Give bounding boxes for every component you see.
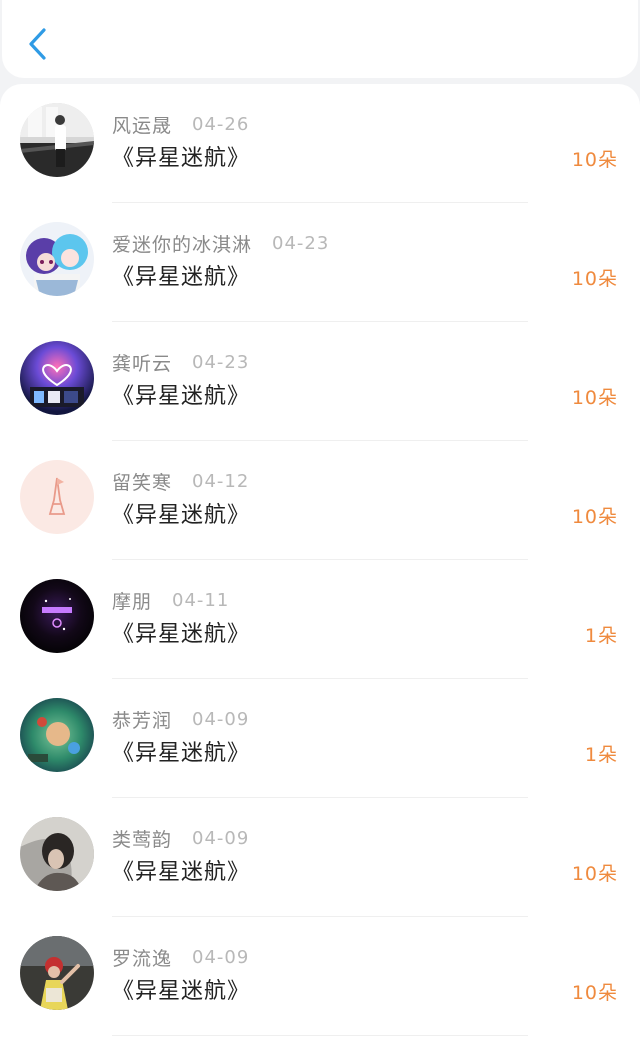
user-name: 留笑寒 <box>112 471 173 494</box>
back-button[interactable] <box>20 24 56 64</box>
user-name: 恭芳润 <box>112 709 173 732</box>
top-bar <box>2 0 638 78</box>
gift-date: 04-09 <box>192 946 250 968</box>
gift-date: 04-26 <box>192 113 250 135</box>
divider <box>112 1035 528 1036</box>
avatar[interactable] <box>20 222 94 296</box>
user-name: 龚听云 <box>112 352 173 375</box>
book-title: 《异星迷航》 <box>112 622 251 647</box>
avatar[interactable] <box>20 341 94 415</box>
flower-count: 10朵 <box>571 982 618 1004</box>
avatar[interactable] <box>20 103 94 177</box>
list-item[interactable]: 龚听云 04-23 《异星迷航》 10朵 <box>0 322 640 441</box>
book-title: 《异星迷航》 <box>112 741 251 766</box>
list-item[interactable]: 罗流逸 04-09 《异星迷航》 10朵 <box>0 917 640 1036</box>
gift-date: 04-23 <box>192 351 250 373</box>
flower-count: 10朵 <box>571 387 618 409</box>
book-title: 《异星迷航》 <box>112 384 251 409</box>
gift-date: 04-12 <box>192 470 250 492</box>
list-item[interactable]: 爱迷你的冰淇淋 04-23 《异星迷航》 10朵 <box>0 203 640 322</box>
book-title: 《异星迷航》 <box>112 146 251 171</box>
avatar[interactable] <box>20 698 94 772</box>
user-name: 类莺韵 <box>112 828 173 851</box>
user-name: 爱迷你的冰淇淋 <box>112 233 253 256</box>
user-name: 罗流逸 <box>112 947 173 970</box>
flower-count: 10朵 <box>571 149 618 171</box>
flower-count: 10朵 <box>571 268 618 290</box>
gift-date: 04-11 <box>172 589 230 611</box>
list-item[interactable]: 类莺韵 04-09 《异星迷航》 10朵 <box>0 798 640 917</box>
flower-count: 10朵 <box>571 863 618 885</box>
book-title: 《异星迷航》 <box>112 979 251 1004</box>
gift-date: 04-09 <box>192 827 250 849</box>
list-item[interactable]: 摩朋 04-11 《异星迷航》 1朵 <box>0 560 640 679</box>
book-title: 《异星迷航》 <box>112 265 251 290</box>
user-name: 摩朋 <box>112 590 153 613</box>
avatar[interactable] <box>20 936 94 1010</box>
flower-count: 1朵 <box>584 744 618 766</box>
gift-list: 风运晟 04-26 《异星迷航》 10朵 爱迷你的冰淇淋 04-23 《异星迷航… <box>0 84 640 1059</box>
avatar[interactable] <box>20 817 94 891</box>
book-title: 《异星迷航》 <box>112 860 251 885</box>
flower-count: 10朵 <box>571 506 618 528</box>
gift-date: 04-23 <box>272 232 330 254</box>
user-name: 风运晟 <box>112 114 173 137</box>
avatar[interactable] <box>20 579 94 653</box>
chevron-left-icon <box>29 28 46 60</box>
list-item[interactable]: 风运晟 04-26 《异星迷航》 10朵 <box>0 84 640 203</box>
avatar[interactable] <box>20 460 94 534</box>
list-item[interactable]: 留笑寒 04-12 《异星迷航》 10朵 <box>0 441 640 560</box>
book-title: 《异星迷航》 <box>112 503 251 528</box>
list-item[interactable]: 恭芳润 04-09 《异星迷航》 1朵 <box>0 679 640 798</box>
flower-count: 1朵 <box>584 625 618 647</box>
gift-date: 04-09 <box>192 708 250 730</box>
